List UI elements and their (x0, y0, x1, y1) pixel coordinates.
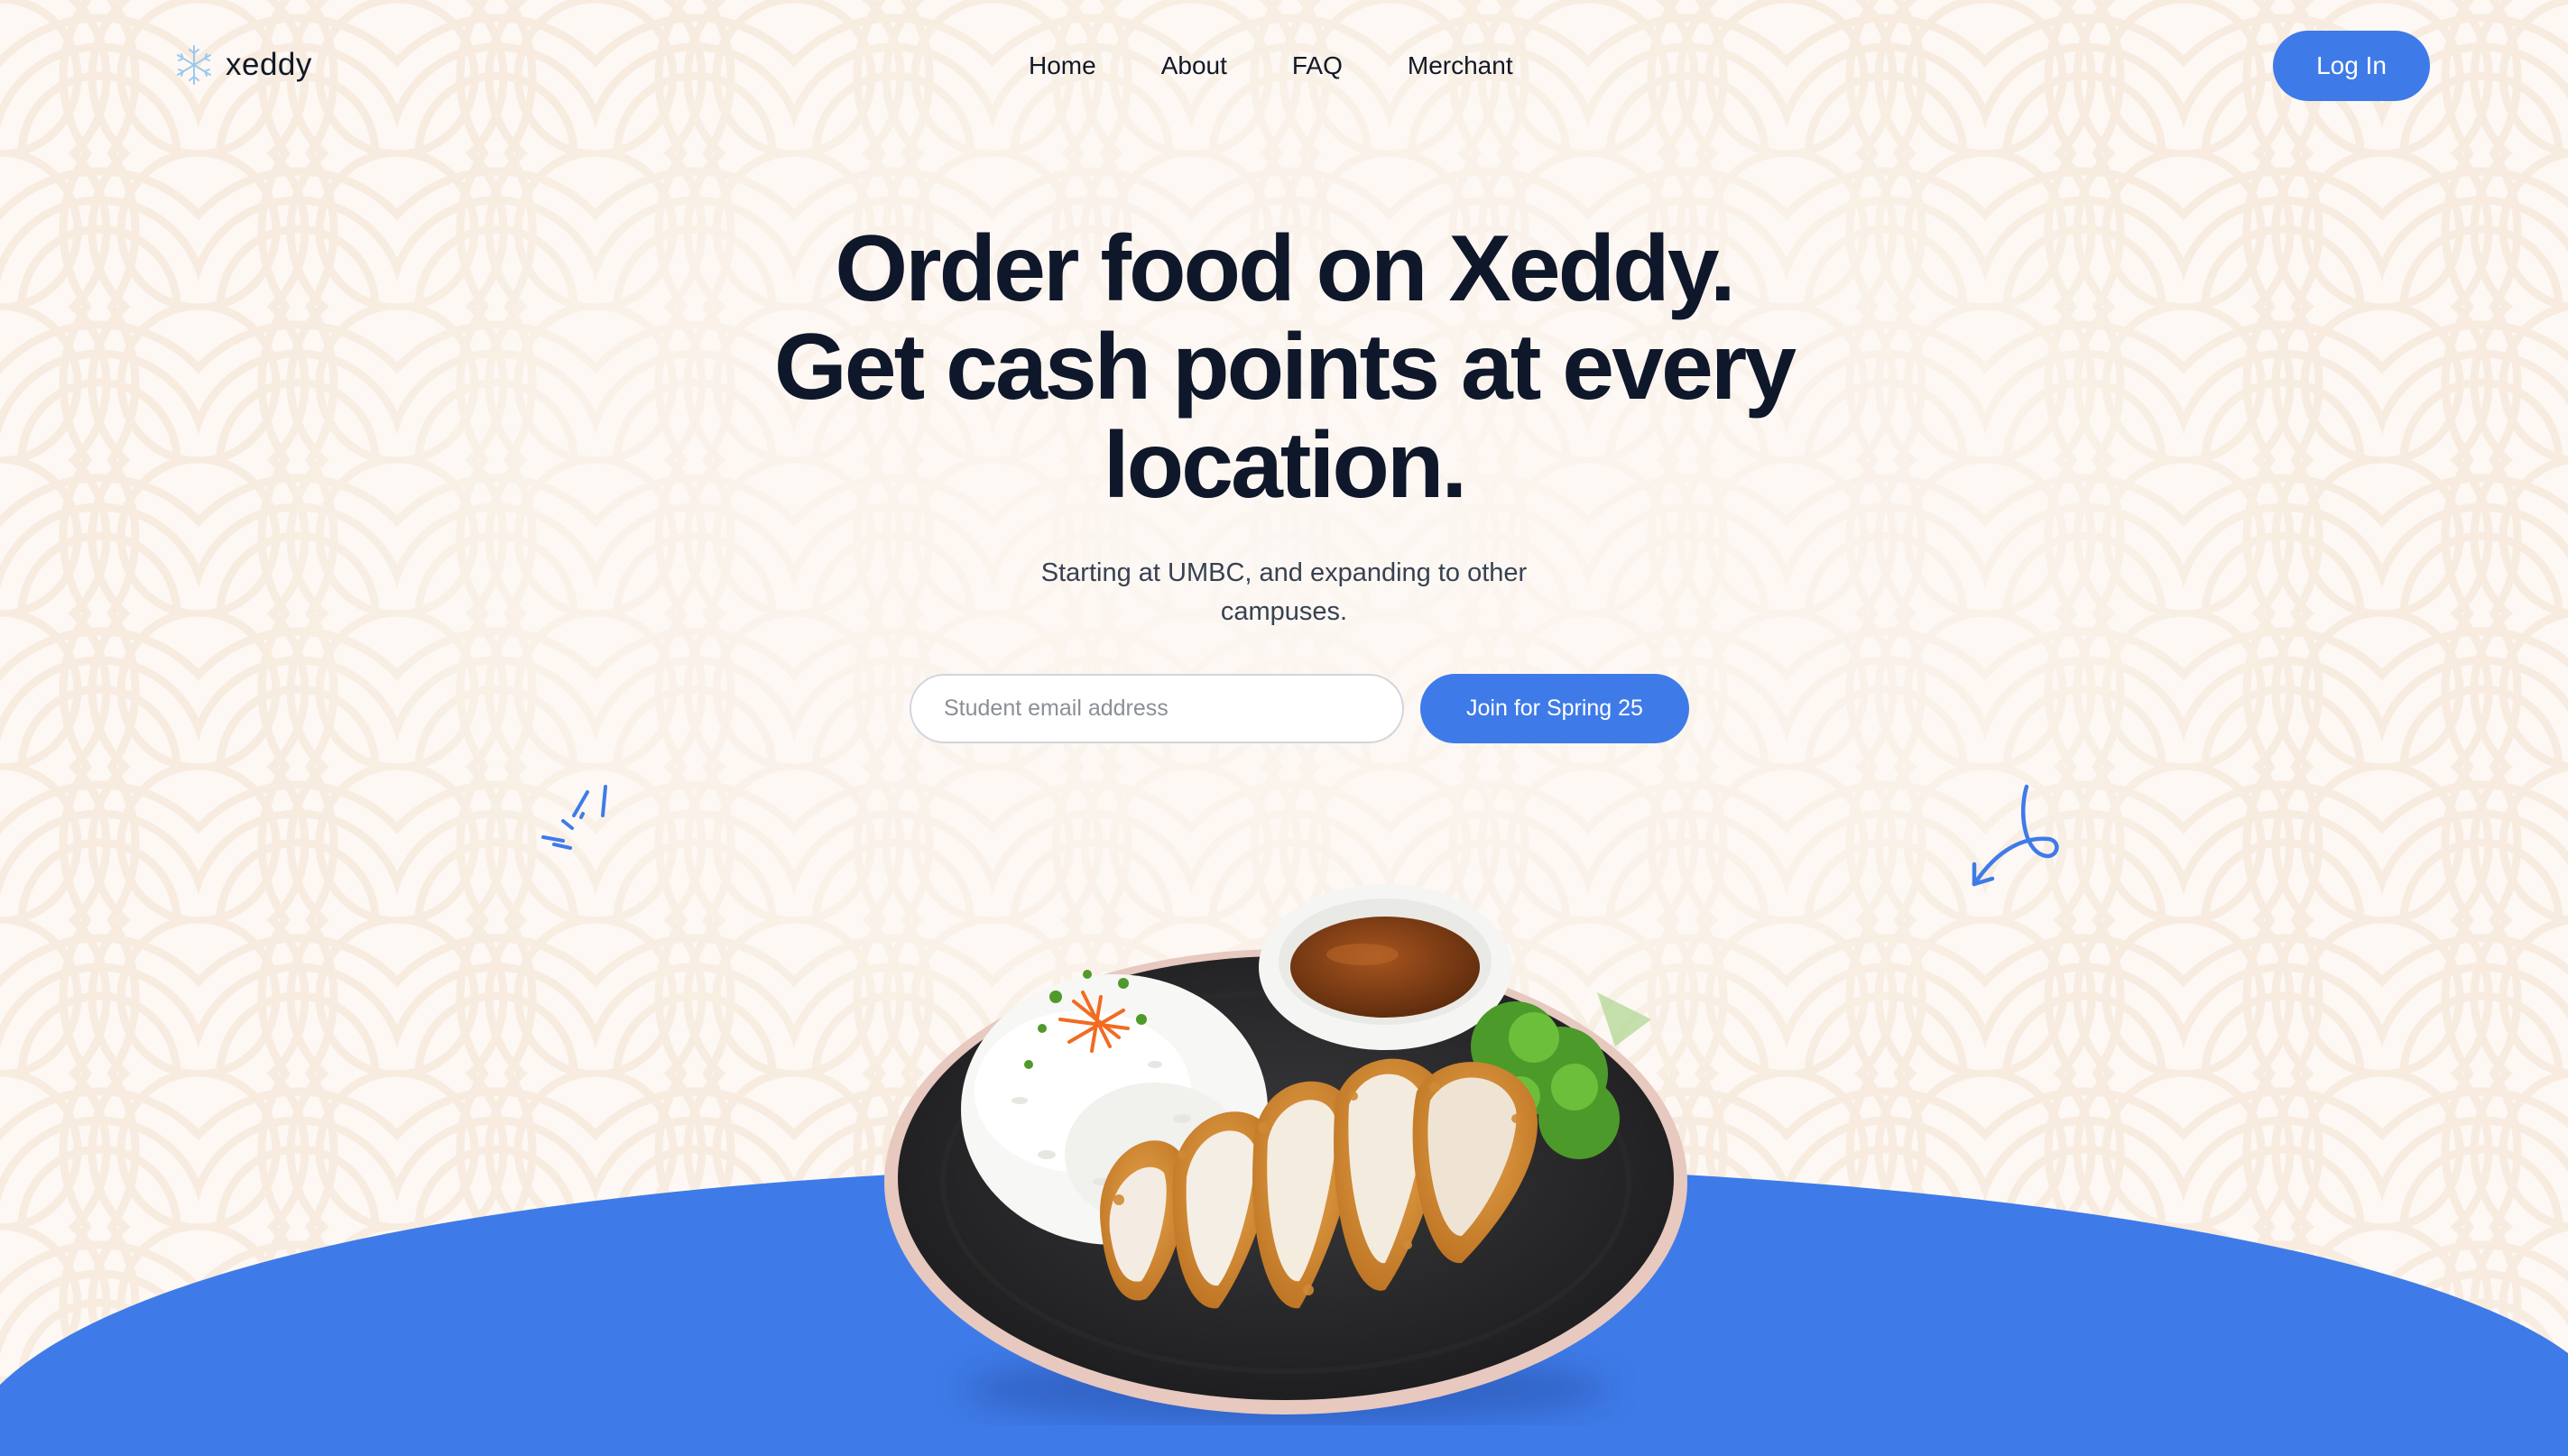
nav-faq-link[interactable]: FAQ (1292, 51, 1343, 80)
join-spring-button[interactable]: Join for Spring 25 (1420, 674, 1689, 743)
login-button[interactable]: Log In (2273, 31, 2430, 101)
nav-home-link[interactable]: Home (1029, 51, 1096, 80)
student-email-input[interactable] (910, 674, 1404, 743)
signup-form: Join for Spring 25 (910, 674, 1689, 743)
curly-arrow-icon (1972, 784, 2059, 887)
navbar: xeddy Home About FAQ Merchant Log In (0, 0, 2568, 130)
nav-about-link[interactable]: About (1161, 51, 1227, 80)
hero-section: Order food on Xeddy. Get cash points at … (0, 0, 2568, 1456)
main-nav: Home About FAQ Merchant (1029, 45, 1513, 87)
hero-headline: Order food on Xeddy. Get cash points at … (652, 220, 1916, 515)
sparkle-lines-icon (541, 785, 607, 850)
headline-line-2: Get cash points at every (773, 315, 1797, 419)
brand-home-link[interactable]: xeddy (171, 40, 312, 90)
hero-subtitle: Starting at UMBC, and expanding to other… (1040, 558, 1528, 626)
headline-line-3: location. (1103, 413, 1468, 518)
nav-merchant-link[interactable]: Merchant (1408, 51, 1513, 80)
snowflake-logo-icon (177, 45, 211, 85)
brand-name: xeddy (226, 47, 312, 82)
headline-line-1: Order food on Xeddy. (835, 217, 1735, 321)
